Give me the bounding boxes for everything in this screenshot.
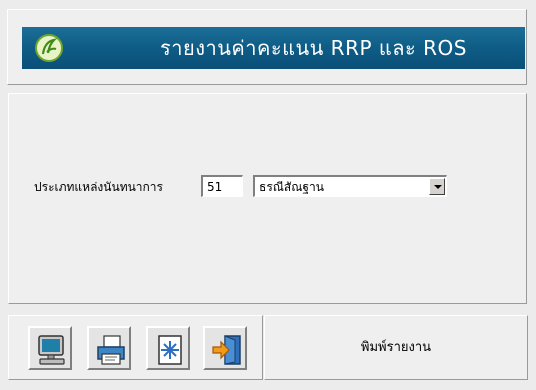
recreation-type-selected-value: ธรณีสัณฐาน (259, 180, 324, 194)
printer-icon (97, 335, 125, 365)
exit-button[interactable] (203, 326, 247, 370)
chevron-down-icon[interactable] (429, 178, 445, 195)
recreation-type-select[interactable]: ธรณีสัณฐาน (253, 175, 447, 197)
refresh-icon (158, 335, 182, 365)
recreation-type-label: ประเภทแหล่งนันทนาการ (34, 180, 163, 194)
preview-button[interactable] (28, 326, 72, 370)
page-title: รายงานค่าคะแนน RRP และ ROS (160, 36, 467, 60)
form-panel (8, 93, 527, 304)
recreation-type-code-input[interactable]: 51 (201, 175, 243, 197)
refresh-button[interactable] (146, 326, 190, 370)
exit-icon (212, 335, 241, 365)
print-button[interactable] (87, 326, 131, 370)
title-bar: รายงานค่าคะแนน RRP และ ROS (22, 27, 525, 69)
status-text: พิมพ์รายงาน (360, 340, 432, 355)
monitor-icon (38, 335, 65, 365)
